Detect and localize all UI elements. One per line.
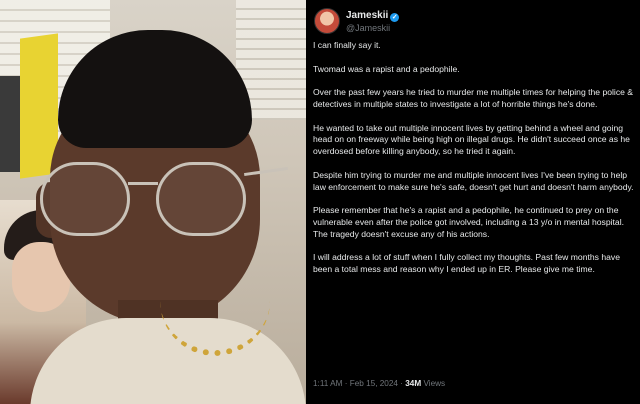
- post-paragraph: Please remember that he's a rapist and a…: [313, 205, 625, 239]
- post-card: Jameskii ✓ @Jameskii I can finally say it…: [306, 0, 640, 404]
- selfie-photo: [0, 0, 306, 404]
- views-label: Views: [421, 379, 446, 388]
- verified-badge-icon: ✓: [390, 13, 400, 22]
- post-body: I can finally say it. Twomad was a rapis…: [313, 40, 635, 288]
- glasses-temple: [244, 166, 288, 177]
- author-names: Jameskii ✓ @Jameskii: [346, 8, 400, 34]
- post-paragraph: Over the past few years he tried to murd…: [313, 87, 634, 109]
- glasses-lens-left: [40, 162, 130, 236]
- author-display-name[interactable]: Jameskii: [346, 10, 388, 21]
- post-author[interactable]: Jameskii ✓ @Jameskii: [314, 8, 400, 34]
- avatar[interactable]: [314, 8, 340, 34]
- post-timestamp[interactable]: 1:11 AM · Feb 15, 2024 ·: [313, 379, 405, 388]
- glasses: [36, 150, 288, 240]
- author-handle[interactable]: @Jameskii: [346, 22, 399, 34]
- post-paragraph: I will address a lot of stuff when I ful…: [313, 252, 620, 275]
- glasses-bridge: [128, 182, 158, 185]
- post-paragraph: Twomad was a rapist and a pedophile.: [313, 63, 460, 74]
- post-paragraph: I can finally say it.: [313, 40, 381, 50]
- glasses-lens-right: [156, 162, 246, 236]
- post-paragraph: Despite him trying to murder me and mult…: [313, 169, 634, 192]
- screenshot-frame: Jameskii ✓ @Jameskii I can finally say it…: [0, 0, 640, 404]
- post-meta: 1:11 AM · Feb 15, 2024 · 34M Views: [313, 379, 445, 388]
- views-count: 34M: [405, 379, 422, 388]
- post-paragraph: He wanted to take out multiple innocent …: [313, 122, 630, 157]
